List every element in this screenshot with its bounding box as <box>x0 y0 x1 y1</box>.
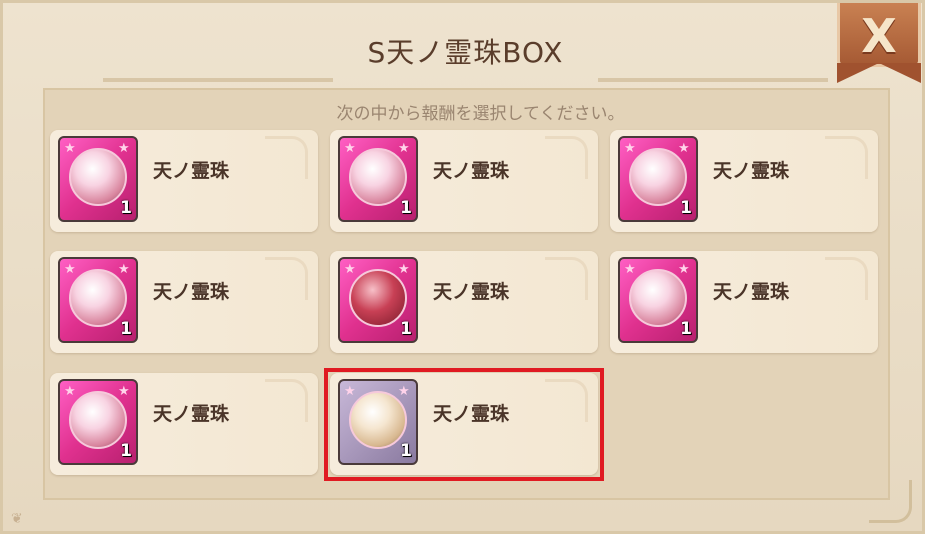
orb-crystal-icon <box>69 148 127 206</box>
item-name: 天ノ霊珠 <box>153 403 230 425</box>
reward-card[interactable]: ★ ★ 1 天ノ霊珠 <box>50 373 318 475</box>
orb-girl-icon <box>349 391 407 449</box>
star-icon: ★ <box>344 384 356 399</box>
reward-card-selected[interactable]: ★ ★ 1 天ノ霊珠 <box>330 373 598 475</box>
card-corner-ornament <box>545 379 588 422</box>
reward-card[interactable]: ★ ★ 1 天ノ霊珠 <box>50 130 318 232</box>
item-count: 1 <box>680 198 692 218</box>
orb-girl-icon <box>629 269 687 327</box>
item-name: 天ノ霊珠 <box>433 160 510 182</box>
item-count: 1 <box>680 319 692 339</box>
star-icon: ★ <box>398 262 410 277</box>
item-icon-frame: ★ ★ 1 <box>338 257 418 343</box>
item-count: 1 <box>400 441 412 461</box>
star-icon: ★ <box>624 141 636 156</box>
reward-box-dialog: S天ノ霊珠BOX X 次の中から報酬を選択してください。 ★ ★ 1 天ノ霊珠 … <box>0 0 925 534</box>
corner-ornament <box>869 480 912 523</box>
card-corner-ornament <box>265 257 308 300</box>
item-name: 天ノ霊珠 <box>433 281 510 303</box>
item-icon-frame: ★ ★ 1 <box>58 136 138 222</box>
item-name: 天ノ霊珠 <box>713 281 790 303</box>
item-count: 1 <box>120 319 132 339</box>
item-count: 1 <box>120 441 132 461</box>
item-name: 天ノ霊珠 <box>433 403 510 425</box>
title-divider-right <box>598 78 828 82</box>
star-icon: ★ <box>118 141 130 156</box>
star-icon: ★ <box>344 262 356 277</box>
item-count: 1 <box>400 198 412 218</box>
star-icon: ★ <box>398 384 410 399</box>
star-icon: ★ <box>624 262 636 277</box>
scroll-ornament-icon: ❦ <box>11 511 23 527</box>
card-corner-ornament <box>265 136 308 179</box>
reward-card[interactable]: ★ ★ 1 天ノ霊珠 <box>330 130 598 232</box>
item-icon-frame: ★ ★ 1 <box>338 136 418 222</box>
reward-card[interactable]: ★ ★ 1 天ノ霊珠 <box>330 251 598 353</box>
item-count: 1 <box>400 319 412 339</box>
orb-bird-icon <box>629 148 687 206</box>
item-count: 1 <box>120 198 132 218</box>
star-icon: ★ <box>118 262 130 277</box>
orb-red-icon <box>349 269 407 327</box>
orb-girl-icon <box>69 391 127 449</box>
title-divider-left <box>103 78 333 82</box>
card-corner-ornament <box>545 136 588 179</box>
dialog-title: S天ノ霊珠BOX <box>367 36 564 69</box>
card-corner-ornament <box>545 257 588 300</box>
reward-card[interactable]: ★ ★ 1 天ノ霊珠 <box>50 251 318 353</box>
item-icon-frame: ★ ★ 1 <box>58 379 138 465</box>
card-corner-ornament <box>265 379 308 422</box>
star-icon: ★ <box>678 262 690 277</box>
reward-card[interactable]: ★ ★ 1 天ノ霊珠 <box>610 251 878 353</box>
close-icon: X <box>861 9 897 63</box>
close-button[interactable]: X <box>837 3 921 85</box>
star-icon: ★ <box>64 141 76 156</box>
close-button-ribbon <box>837 63 921 83</box>
item-icon-frame: ★ ★ 1 <box>58 257 138 343</box>
orb-girl-icon <box>69 269 127 327</box>
instruction-text: 次の中から報酬を選択してください。 <box>336 104 625 124</box>
item-icon-frame: ★ ★ 1 <box>338 379 418 465</box>
reward-card[interactable]: ★ ★ 1 天ノ霊珠 <box>610 130 878 232</box>
card-corner-ornament <box>825 136 868 179</box>
item-icon-frame: ★ ★ 1 <box>618 257 698 343</box>
item-name: 天ノ霊珠 <box>153 160 230 182</box>
star-icon: ★ <box>64 262 76 277</box>
item-name: 天ノ霊珠 <box>713 160 790 182</box>
item-icon-frame: ★ ★ 1 <box>618 136 698 222</box>
star-icon: ★ <box>398 141 410 156</box>
star-icon: ★ <box>678 141 690 156</box>
star-icon: ★ <box>344 141 356 156</box>
star-icon: ★ <box>118 384 130 399</box>
item-name: 天ノ霊珠 <box>153 281 230 303</box>
star-icon: ★ <box>64 384 76 399</box>
orb-girl-icon <box>349 148 407 206</box>
card-corner-ornament <box>825 257 868 300</box>
